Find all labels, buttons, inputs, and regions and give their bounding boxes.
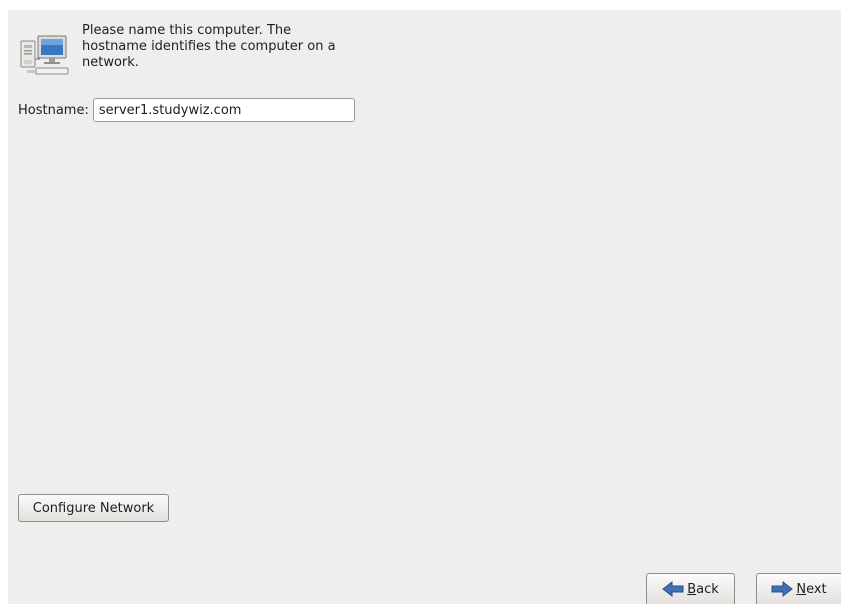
back-label-rest: ack [696, 581, 719, 597]
description-line: hostname identifies the computer on a [82, 39, 336, 54]
hostname-row: Hostname: [18, 98, 355, 122]
page-description: Please name this computer. The hostname … [82, 23, 382, 71]
hostname-label: Hostname: [18, 102, 89, 118]
next-mnemonic: N [796, 581, 807, 597]
back-button-label: Back [687, 582, 719, 597]
arrow-left-icon [662, 581, 684, 597]
hostname-input[interactable] [92, 98, 355, 122]
next-button-label: Next [796, 582, 826, 597]
back-mnemonic: B [687, 581, 697, 597]
description-line: Please name this computer. The [82, 23, 292, 38]
back-button[interactable]: Back [646, 573, 735, 604]
next-button[interactable]: Next [756, 573, 841, 604]
network-computers-icon [20, 35, 69, 75]
arrow-right-icon [771, 581, 794, 597]
page-header: Please name this computer. The hostname … [18, 23, 382, 79]
configure-network-button[interactable]: Configure Network [18, 494, 169, 522]
description-line: network. [82, 55, 139, 70]
next-label-rest: ext [806, 581, 827, 597]
